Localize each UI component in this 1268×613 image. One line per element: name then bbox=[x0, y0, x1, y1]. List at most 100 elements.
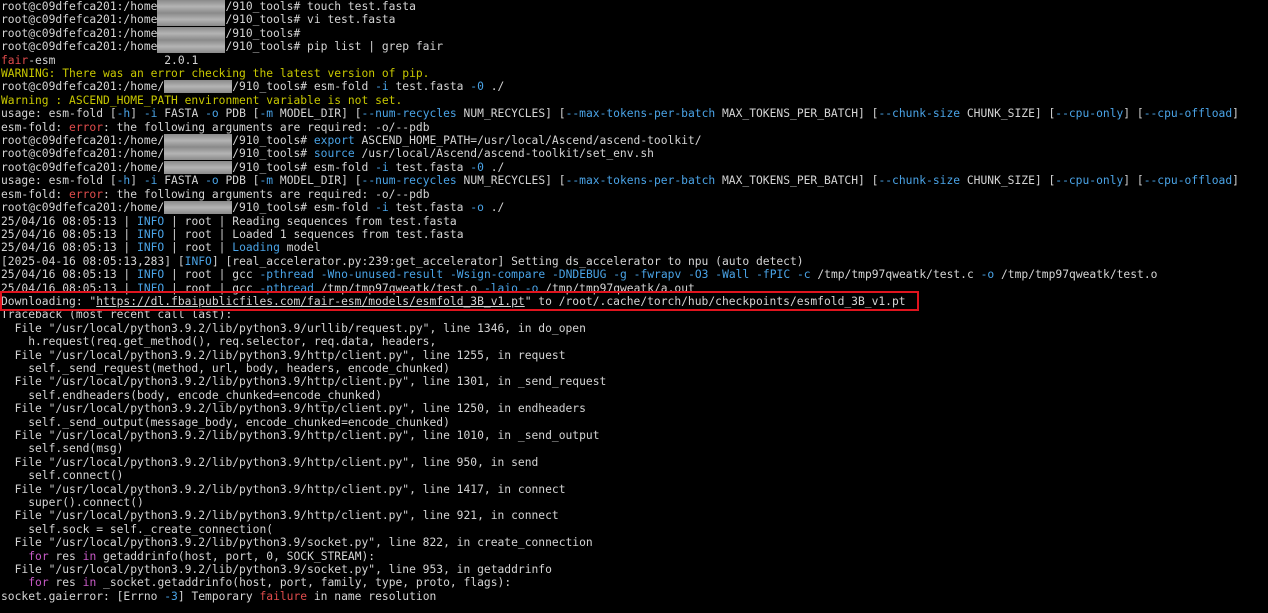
terminal-text: --chunk-size bbox=[878, 174, 961, 188]
terminal-text: res bbox=[48, 549, 83, 563]
terminal-text: -h bbox=[116, 174, 131, 188]
terminal-text: super().connect() bbox=[1, 496, 144, 510]
terminal-line: self.endheaders(body, encode_chunked=enc… bbox=[1, 389, 1268, 402]
terminal-text: _socket.getaddrinfo(host, port, family, … bbox=[96, 576, 512, 590]
terminal-text: PDB [ bbox=[218, 107, 260, 121]
terminal-line: root@c09dfefca201:/home/ /910_tools# sour… bbox=[1, 147, 1268, 161]
terminal-text: -m bbox=[259, 107, 274, 121]
terminal-text: -h bbox=[116, 107, 131, 121]
terminal-text: /910_tools# esm-fold bbox=[232, 160, 376, 174]
terminal-text: ] [real_accelerator.py:239:get_accelerat… bbox=[211, 254, 804, 268]
terminal-text: for bbox=[28, 576, 49, 590]
terminal-text: -o bbox=[980, 268, 995, 282]
terminal-text: /910_tools# bbox=[232, 134, 314, 148]
redacted-path-block bbox=[157, 40, 226, 54]
terminal-text: -c bbox=[796, 268, 811, 282]
terminal-text: root@c09dfefca201:/home bbox=[1, 40, 158, 54]
terminal-text: File "/usr/local/python3.9.2/lib/python3… bbox=[1, 402, 586, 416]
terminal-text: -3 bbox=[164, 589, 178, 603]
terminal-text: : the following arguments are required: … bbox=[103, 187, 430, 201]
terminal-line: 25/04/16 08:05:13 | INFO | root | Loaded… bbox=[1, 228, 1268, 241]
terminal-text: /usr/local/Ascend/ascend-toolkit/set_env… bbox=[354, 147, 654, 161]
terminal-text: ] bbox=[130, 107, 144, 121]
terminal-line: root@c09dfefca201:/home/910_tools# touch… bbox=[1, 0, 1268, 13]
download-url-link[interactable]: https://dl.fbaipublicfiles.com/fair-esm/… bbox=[96, 295, 524, 308]
terminal-text: root@c09dfefca201:/home/ bbox=[1, 147, 165, 161]
terminal-line: 25/04/16 08:05:13 | INFO | root | gcc -p… bbox=[1, 282, 1268, 295]
terminal-text: MAX_TOKENS_PER_BATCH] [ bbox=[715, 174, 879, 188]
terminal-line: h.request(req.get_method(), req.selector… bbox=[1, 335, 1268, 348]
terminal-line: File "/usr/local/python3.9.2/lib/python3… bbox=[1, 322, 1268, 335]
terminal-text: /910_tools# bbox=[225, 26, 301, 40]
terminal-text: INFO bbox=[184, 254, 212, 268]
terminal-window[interactable]: root@c09dfefca201:/home/910_tools# touch… bbox=[0, 0, 1268, 613]
terminal-text: --max-tokens-per-batch bbox=[565, 107, 716, 121]
terminal-text: /910_tools# touch test.fasta bbox=[225, 0, 416, 13]
terminal-line: usage: esm-fold [-h] -i FASTA -o PDB [-m… bbox=[1, 107, 1268, 120]
terminal-text: root@c09dfefca201:/home/ bbox=[1, 160, 165, 174]
terminal-text: -Wno-unused-result bbox=[320, 268, 444, 282]
terminal-line: [2025-04-16 08:05:13,283] [INFO] [real_a… bbox=[1, 255, 1268, 268]
terminal-text: fair bbox=[1, 53, 29, 67]
terminal-text: ASCEND_HOME_PATH=/usr/local/Ascend/ascen… bbox=[354, 134, 702, 148]
terminal-line: self.sock = self._create_connection( bbox=[1, 523, 1268, 536]
terminal-output: root@c09dfefca201:/home/910_tools# touch… bbox=[1, 0, 1268, 603]
terminal-line: socket.gaierror: [Errno -3] Temporary fa… bbox=[1, 590, 1268, 603]
terminal-text: File "/usr/local/python3.9.2/lib/python3… bbox=[1, 375, 607, 389]
terminal-text: File "/usr/local/python3.9.2/lib/python3… bbox=[1, 482, 566, 496]
terminal-text: -g bbox=[613, 268, 627, 282]
terminal-text: PDB [ bbox=[218, 174, 260, 188]
terminal-text: -fwrapv bbox=[633, 268, 682, 282]
terminal-text: File "/usr/local/python3.9.2/lib/python3… bbox=[1, 509, 559, 523]
terminal-text: self.sock = self._create_connection( bbox=[1, 522, 274, 536]
terminal-text: File "/usr/local/python3.9.2/lib/python3… bbox=[1, 455, 539, 469]
terminal-text: -laio bbox=[483, 281, 518, 295]
terminal-text: NUM_RECYCLES] [ bbox=[456, 107, 566, 121]
terminal-text: -Wall bbox=[715, 268, 750, 282]
terminal-text: CHUNK_SIZE] [ bbox=[960, 107, 1056, 121]
terminal-line: 25/04/16 08:05:13 | INFO | root | Loadin… bbox=[1, 241, 1268, 254]
terminal-text: -o bbox=[205, 107, 219, 121]
terminal-line: self._send_output(message_body, encode_c… bbox=[1, 416, 1268, 429]
terminal-text: MODEL_DIR] [ bbox=[273, 174, 362, 188]
terminal-text: --cpu-only bbox=[1055, 107, 1124, 121]
terminal-line: for res in _socket.getaddrinfo(host, por… bbox=[1, 576, 1268, 589]
terminal-line: Downloading: "https://dl.fbaipublicfiles… bbox=[1, 295, 1268, 308]
terminal-text: /tmp/tmp97qweatk/test.c bbox=[810, 268, 981, 282]
terminal-line: root@c09dfefca201:/home/ /910_tools# esm-… bbox=[1, 160, 1268, 174]
terminal-text: " to /root/.cache/torch/hub/checkpoints/… bbox=[524, 294, 906, 308]
terminal-text: | root | gcc bbox=[164, 268, 260, 282]
terminal-text: WARNING: There was an error checking the… bbox=[1, 67, 430, 81]
terminal-text: -i bbox=[375, 80, 389, 94]
terminal-text: source bbox=[313, 147, 355, 161]
terminal-text: esm-fold: bbox=[1, 120, 70, 134]
terminal-text: model bbox=[279, 241, 321, 255]
terminal-text: ./ bbox=[483, 160, 505, 174]
terminal-text: -m bbox=[259, 174, 274, 188]
terminal-text: self._send_request(method, url, body, he… bbox=[1, 361, 450, 375]
terminal-text: -i bbox=[375, 201, 389, 215]
redacted-path-block bbox=[164, 160, 233, 174]
redacted-path-block bbox=[157, 0, 226, 13]
terminal-text: -o bbox=[524, 281, 539, 295]
redacted-path-block bbox=[164, 80, 233, 94]
terminal-text: in bbox=[82, 576, 97, 590]
redacted-path-block bbox=[164, 147, 233, 161]
terminal-text: ] [ bbox=[1123, 174, 1144, 188]
terminal-text: --num-recycles bbox=[361, 174, 457, 188]
terminal-text: h.request(req.get_method(), req.selector… bbox=[1, 335, 437, 349]
terminal-text: -o bbox=[470, 201, 484, 215]
terminal-line: Traceback (most recent call last): bbox=[1, 308, 1268, 321]
terminal-text: ] bbox=[1232, 107, 1239, 121]
terminal-text: File "/usr/local/python3.9.2/lib/python3… bbox=[1, 536, 593, 550]
terminal-text: 25/04/16 08:05:13 | bbox=[1, 227, 138, 241]
terminal-text: in name resolution bbox=[307, 589, 437, 603]
terminal-text: --num-recycles bbox=[361, 107, 457, 121]
redacted-path-block bbox=[164, 134, 233, 148]
terminal-text: -0 bbox=[470, 160, 484, 174]
terminal-text: INFO bbox=[137, 227, 165, 241]
terminal-line: File "/usr/local/python3.9.2/lib/python3… bbox=[1, 483, 1268, 496]
